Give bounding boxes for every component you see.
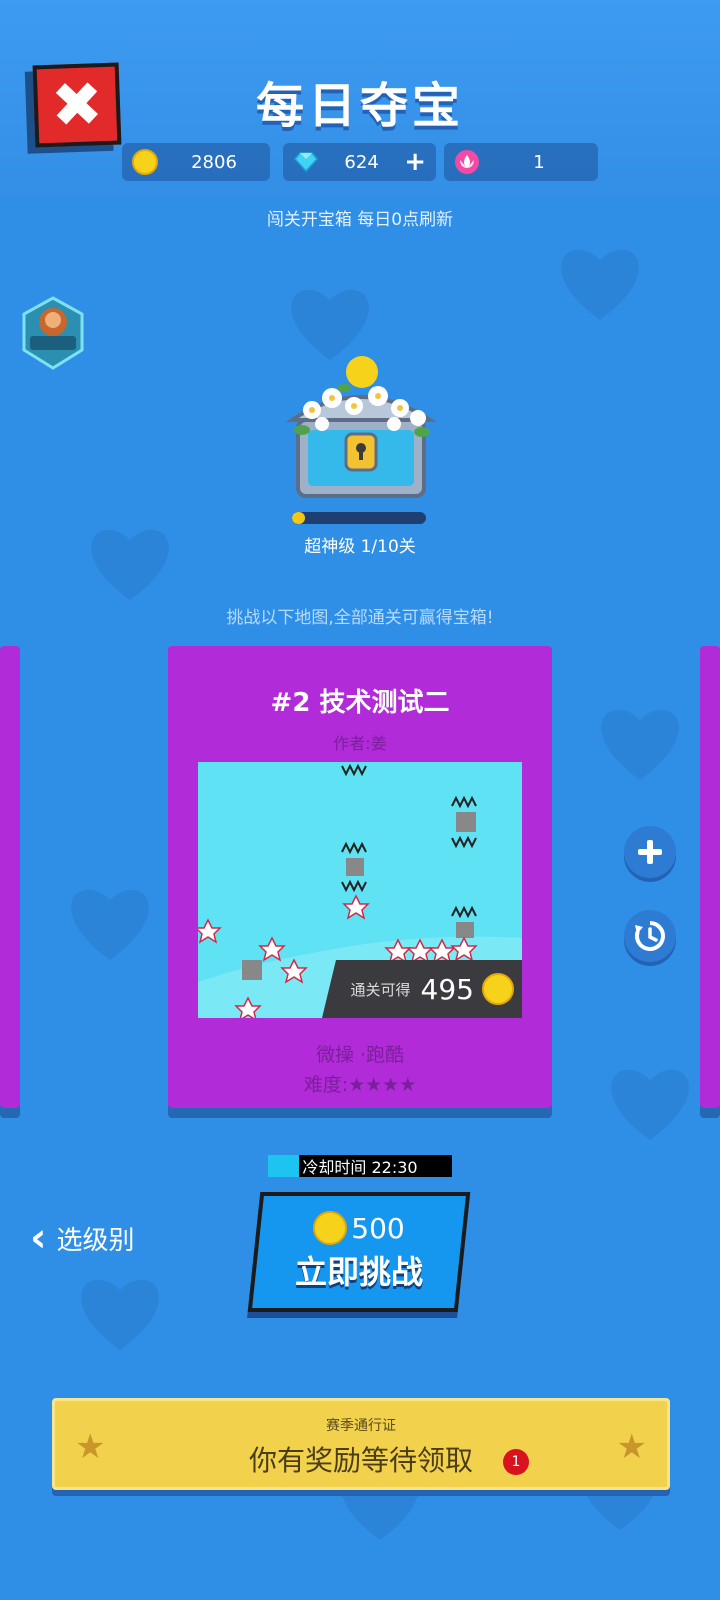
top-bar: ✖ 每日夺宝 2806 624 + 1 (0, 0, 720, 196)
chevron-left-icon: ‹ (30, 1215, 47, 1261)
diamond-counter[interactable]: 624 + (283, 143, 436, 181)
map-preview: 通关可得 495 (198, 762, 522, 1018)
page-title: 每日夺宝 (255, 78, 464, 134)
coin-icon (313, 1211, 348, 1245)
season-pass-message: 你有奖励等待领取 (248, 1444, 473, 1477)
previous-level-card[interactable] (0, 646, 20, 1108)
cooldown-bar: 冷却时间 22:30 (268, 1155, 452, 1177)
coin-icon (132, 149, 158, 175)
coin-counter: 2806 (122, 143, 270, 181)
cooldown-text: 冷却时间 22:30 (302, 1158, 418, 1177)
add-level-button[interactable] (624, 826, 676, 878)
treasure-level-text: 超神级 1/10关 (304, 537, 416, 557)
diamond-value: 624 (344, 151, 379, 173)
level-card[interactable]: #2 技术测试二 作者:姜 通关可得 495 微操 ·跑酷 难度:★★★★ (168, 646, 552, 1108)
lotus-counter: 1 (444, 143, 598, 181)
challenge-cost-value: 500 (351, 1211, 405, 1245)
notification-badge: 1 (503, 1449, 529, 1475)
level-difficulty: 难度:★★★★ (303, 1074, 417, 1096)
season-pass-title: 赛季通行证 (326, 1418, 396, 1434)
next-level-card[interactable] (700, 646, 720, 1108)
promo-badge-icon[interactable] (16, 292, 90, 376)
challenge-cost: 500 (295, 1211, 423, 1245)
clear-reward-label: 通关可得 (350, 980, 411, 999)
history-icon (635, 921, 665, 951)
select-level-label: 选级别 (56, 1225, 135, 1256)
clear-reward-tag: 通关可得 495 (322, 960, 522, 1018)
coin-value: 2806 (191, 151, 237, 173)
plus-icon (638, 840, 662, 864)
level-title: #2 技术测试二 (270, 688, 450, 718)
challenge-button[interactable]: 500 立即挑战 (247, 1192, 471, 1312)
level-author: 作者:姜 (333, 734, 387, 753)
coin-icon (482, 973, 514, 1005)
diamond-icon (294, 152, 318, 173)
lotus-value: 1 (533, 151, 545, 173)
treasure-progress-fill (292, 512, 306, 524)
select-level-button[interactable]: ‹ 选级别 (30, 1216, 135, 1260)
treasure-chest-icon (285, 356, 437, 498)
add-diamond-icon[interactable]: + (404, 147, 426, 177)
clear-reward-value: 495 (420, 972, 474, 1006)
season-pass-banner[interactable]: ★ 赛季通行证 你有奖励等待领取 1 ★ (52, 1398, 670, 1490)
level-tags: 微操 ·跑酷 (315, 1044, 405, 1066)
history-button[interactable] (624, 910, 676, 962)
treasure-progress-bar (292, 512, 426, 524)
challenge-hint: 挑战以下地图,全部通关可赢得宝箱! (226, 608, 494, 628)
star-icon: ★ (616, 1427, 647, 1467)
refresh-subtitle: 闯关开宝箱 每日0点刷新 (266, 210, 454, 230)
challenge-label: 立即挑战 (294, 1253, 423, 1291)
lotus-icon (455, 150, 479, 174)
